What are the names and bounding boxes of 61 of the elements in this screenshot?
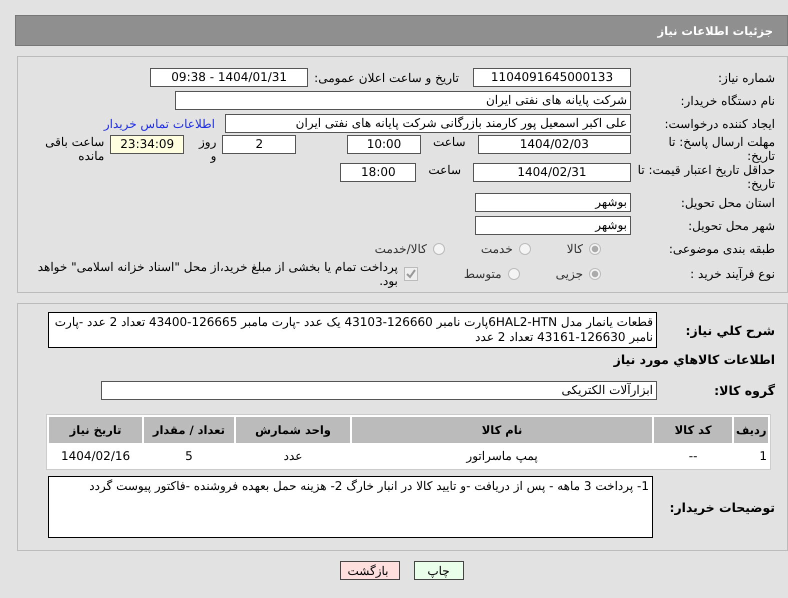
- field-label: طبقه بندی موضوعی:: [668, 242, 775, 256]
- section-heading: اطلاعات كالاهاي مورد نياز: [612, 352, 775, 367]
- validity-date-field: 1404/02/31: [473, 163, 631, 182]
- column-header: نام کالا: [352, 417, 652, 443]
- buyer-org-field: شرکت پایانه های نفتی ایران: [175, 91, 631, 110]
- payment-note: پرداخت تمام یا بخشی از مبلغ خرید،از محل "اسناد خزانه اسلامی" خواهد بود.: [36, 260, 398, 288]
- remaining-time-field: 23:34:09: [110, 135, 184, 154]
- column-header: تعداد / مقدار: [144, 417, 234, 443]
- field-label: شماره نیاز:: [717, 70, 775, 84]
- radio-label: خدمت: [480, 242, 513, 256]
- deadline-date-field: 1404/02/03: [478, 135, 631, 154]
- column-header: ردیف: [734, 417, 768, 443]
- need-number-field: 1104091645000133: [473, 68, 631, 87]
- buyer-contact-link[interactable]: اطلاعات تماس خریدار: [104, 116, 215, 130]
- remaining-label: ساعت باقی مانده: [44, 135, 104, 163]
- field-label: ایجاد کننده درخواست:: [663, 116, 775, 130]
- column-header: کد کالا: [654, 417, 732, 443]
- province-field: بوشهر: [475, 193, 631, 212]
- buyer-notes-field: 1- پرداخت 3 ماهه - پس از دریافت -و تایید کالا در انبار خارگ 2- هزینه حمل بعهده فروشنده -فاکتور پیوست گردد: [48, 476, 653, 538]
- field-label: گروه کالا:: [713, 383, 775, 398]
- days-label: روز و: [198, 135, 216, 163]
- table-cell-text: 5: [184, 448, 194, 465]
- deadline-time-field: 10:00: [347, 135, 421, 154]
- radio-label: کالا: [566, 242, 583, 256]
- table-cell-text: پمپ ماسراتور: [464, 448, 539, 465]
- column-header: تاریخ نیاز: [49, 417, 142, 443]
- page-title: جزئیات اطلاعات نیاز: [657, 24, 773, 38]
- city-field: بوشهر: [475, 216, 631, 235]
- table-cell-text: عدد: [282, 448, 304, 465]
- radio-button[interactable]: [432, 242, 445, 254]
- days-field: 2: [222, 135, 296, 154]
- field-label: نام دستگاه خریدار:: [680, 94, 775, 108]
- field-label: مهلت ارسال پاسخ: تا تاریخ:: [667, 135, 775, 163]
- announce-date-field: 1404/01/31 - 09:38: [150, 68, 308, 87]
- radio-label: متوسط: [464, 267, 502, 281]
- back-button[interactable]: بازگشت: [340, 561, 400, 580]
- field-label: حداقل تاریخ اعتبار قیمت: تا تاریخ:: [637, 163, 775, 191]
- radio-button[interactable]: [518, 242, 531, 254]
- print-button[interactable]: چاپ: [414, 561, 464, 580]
- requester-field: علی اکبر اسمعیل پور کارمند بازرگانی شرکت پایانه های نفتی ایران: [225, 114, 631, 133]
- field-label: استان محل تحویل:: [680, 196, 775, 210]
- radio-button[interactable]: [589, 242, 601, 254]
- radio-label: جزیی: [556, 267, 583, 281]
- table-cell-text: 1: [758, 448, 768, 465]
- goods-group-field: ابزارآلات الکتریکی: [101, 381, 657, 400]
- radio-button[interactable]: [508, 268, 520, 280]
- column-header: واحد شمارش: [236, 417, 350, 443]
- radio-label: کالا/خدمت: [374, 242, 427, 256]
- field-label: تاریخ و ساعت اعلان عمومی:: [314, 70, 459, 84]
- field-label: نوع فرآیند خرید :: [689, 267, 775, 281]
- description-field: قطعات یانمار مدل 6HAL2-HTNپارت نامبر 126660-43103 یک عدد -پارت مامبر 126665-43400 تعداد 2 عدد -پارت نامبر 126630-43161 تعداد 2 عدد: [48, 312, 657, 348]
- field-label: شهر محل تحویل:: [687, 218, 775, 232]
- time-label: ساعت: [428, 163, 461, 177]
- time-label: ساعت: [432, 135, 466, 149]
- field-label: توضیحات خریدار:: [668, 500, 775, 514]
- radio-button[interactable]: [589, 268, 601, 280]
- validity-time-field: 18:00: [340, 163, 416, 182]
- table-cell-text: 1404/02/16: [60, 448, 132, 465]
- table-cell-text: --: [688, 448, 698, 465]
- field-label: شرح کلي نياز:: [684, 322, 775, 338]
- checkbox[interactable]: [404, 267, 418, 281]
